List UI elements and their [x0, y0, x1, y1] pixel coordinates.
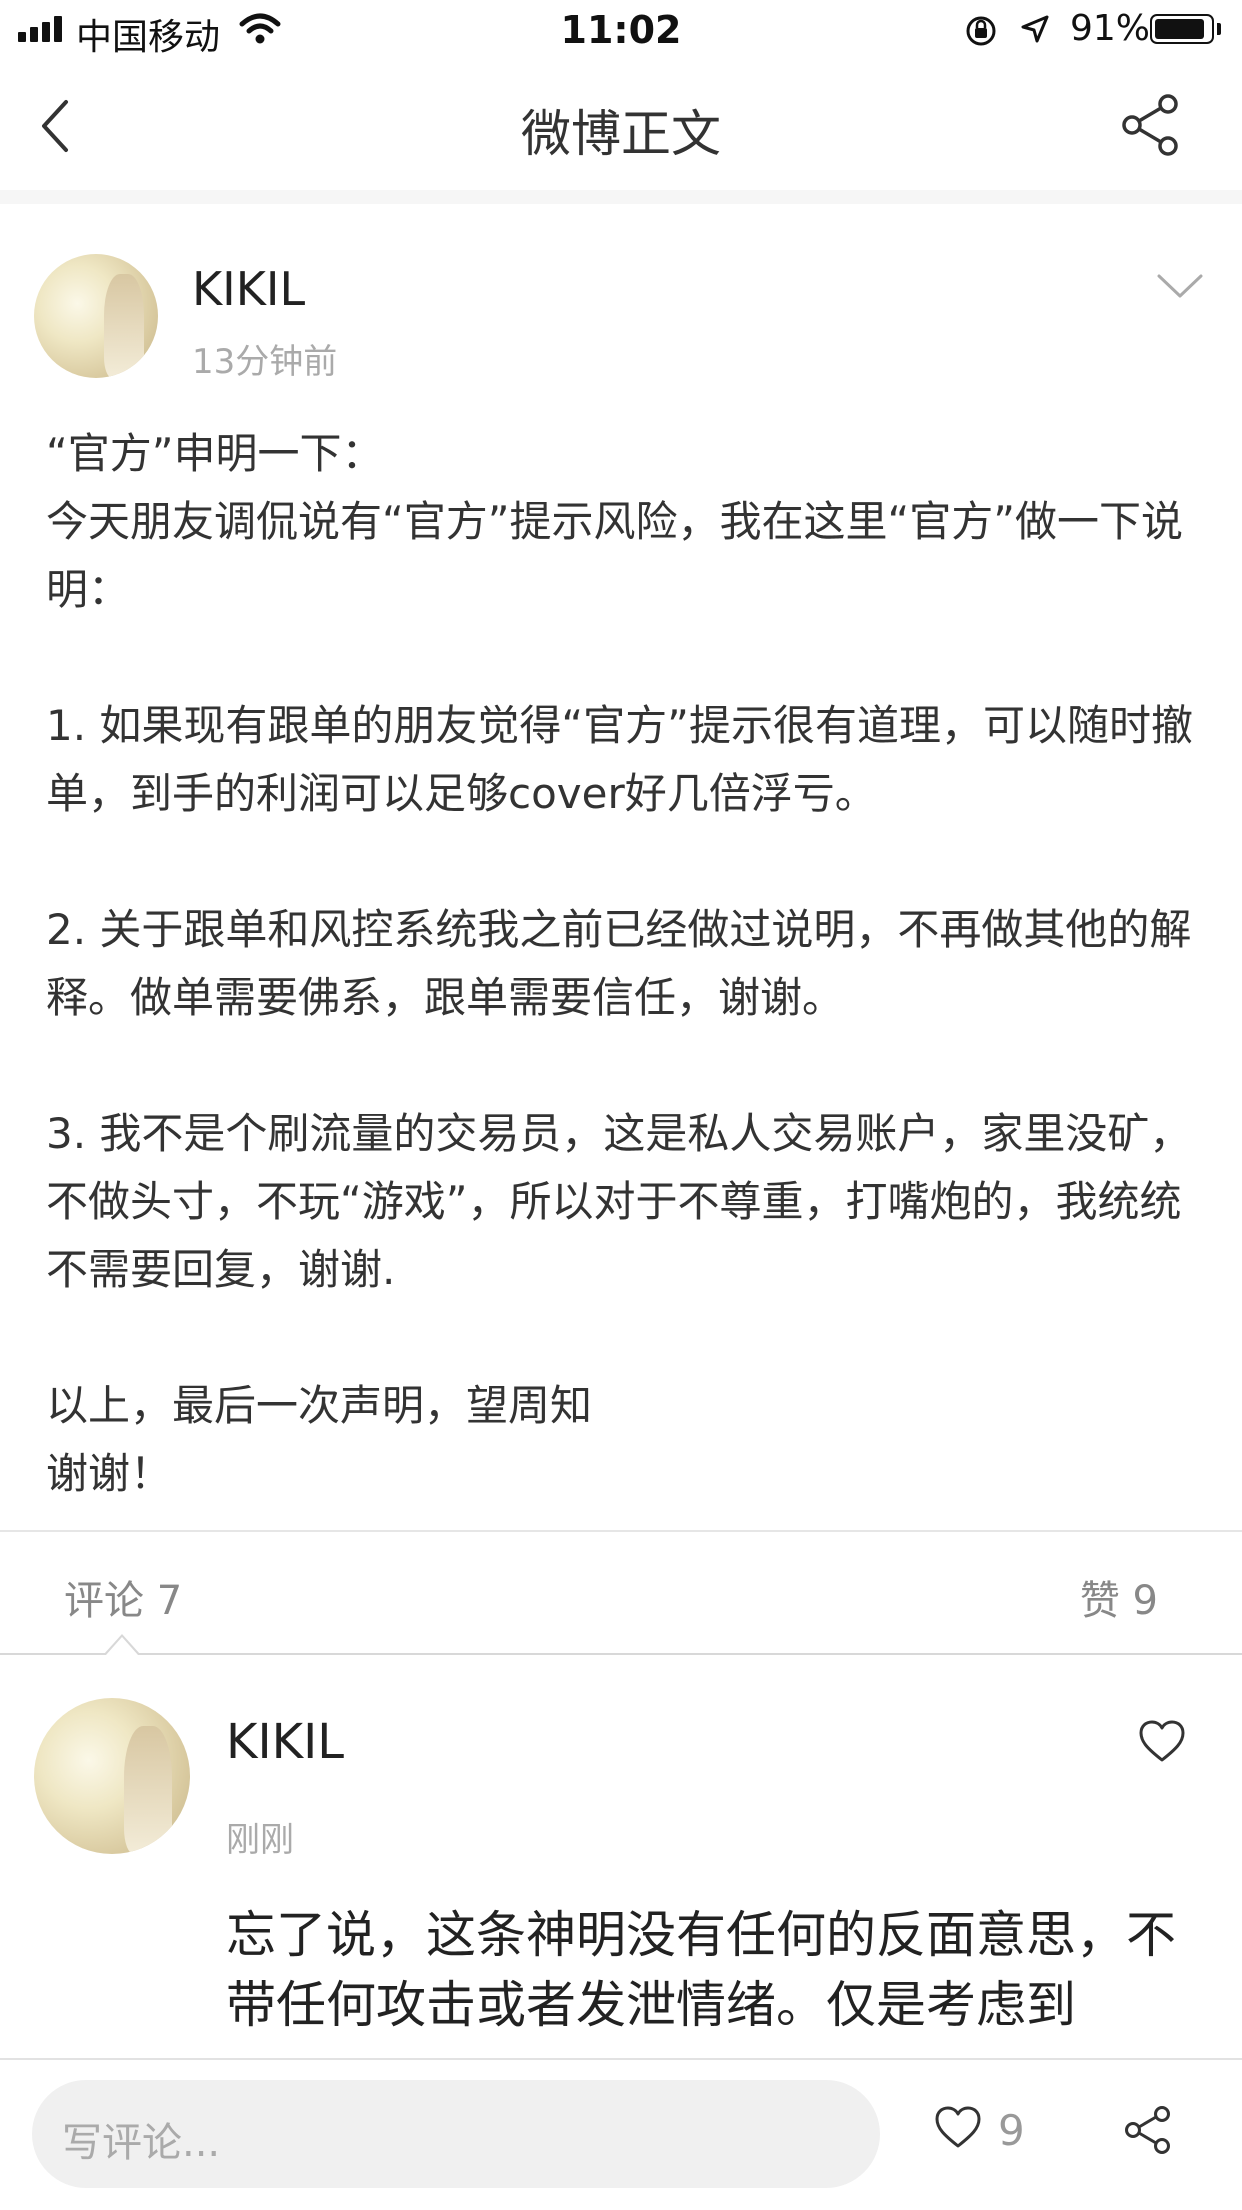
- post-timestamp: 13分钟前: [192, 342, 338, 382]
- avatar[interactable]: [34, 254, 158, 378]
- heart-icon: [935, 2106, 981, 2148]
- nav-bar: 微博正文: [0, 62, 1242, 192]
- comment-input-placeholder: 写评论...: [62, 2120, 221, 2166]
- post-author-name[interactable]: KIKIL: [192, 262, 305, 316]
- heart-icon: [1139, 1720, 1185, 1762]
- comment-like-button[interactable]: [1138, 1720, 1186, 1768]
- post-paragraph: 2. 关于跟单和风控系统我之前已经做过说明，不再做其他的解释。做单需要佛系，跟单…: [46, 905, 1192, 1022]
- comment-avatar[interactable]: [34, 1698, 190, 1854]
- clock: 11:02: [560, 8, 682, 52]
- post-paragraph: 以上，最后一次声明，望周知: [46, 1381, 593, 1430]
- tab-likes[interactable]: 赞 9: [1080, 1568, 1158, 1626]
- post-paragraph: “官方”申明一下：: [46, 429, 384, 478]
- page-title: 微博正文: [521, 105, 721, 163]
- orientation-lock-icon: [964, 14, 998, 52]
- post-body: “官方”申明一下： 今天朋友调侃说有“官方”提示风险，我在这里“官方”做一下说明…: [46, 420, 1206, 1508]
- like-count: 9: [998, 2106, 1025, 2155]
- post-paragraph: 3. 我不是个刷流量的交易员，这是私人交易账户，家里没矿，不做头寸，不玩“游戏”…: [46, 1109, 1192, 1294]
- comment-input[interactable]: 写评论...: [32, 2080, 880, 2188]
- divider: [0, 1653, 1242, 1655]
- location-icon: [1020, 14, 1050, 48]
- divider-strip: [0, 190, 1242, 204]
- like-button[interactable]: [934, 2106, 982, 2154]
- comment-text: 忘了说，这条神明没有任何的反面意思，不带任何攻击或者发泄情绪。仅是考虑到: [226, 1906, 1176, 2034]
- share-icon: [1122, 94, 1178, 156]
- more-options-button[interactable]: [1156, 272, 1204, 306]
- share-icon: [1125, 2106, 1170, 2154]
- comment-timestamp: 刚刚: [226, 1820, 294, 1860]
- chevron-down-icon: [1157, 274, 1203, 298]
- battery-fill: [1155, 19, 1205, 39]
- tab-comments[interactable]: 评论 7: [64, 1568, 182, 1626]
- active-tab-indicator: [104, 1634, 140, 1655]
- battery-cap: [1217, 23, 1221, 35]
- post-paragraph: 1. 如果现有跟单的朋友觉得“官方”提示很有道理，可以随时撤单，到手的利润可以足…: [46, 701, 1193, 818]
- share-button[interactable]: [1118, 92, 1184, 162]
- battery-percent: 91%: [1070, 8, 1151, 49]
- comment-author-name[interactable]: KIKIL: [226, 1714, 344, 1770]
- bottom-bar: 写评论... 9: [0, 2058, 1242, 2210]
- post-paragraph: 今天朋友调侃说有“官方”提示风险，我在这里“官方”做一下说明：: [46, 497, 1184, 614]
- battery-icon: [1150, 14, 1214, 44]
- bottom-share-button[interactable]: [1122, 2104, 1174, 2160]
- post-paragraph: 谢谢！: [46, 1449, 173, 1498]
- status-bar: 中国移动 11:02 91%: [0, 0, 1242, 62]
- divider: [0, 1530, 1242, 1532]
